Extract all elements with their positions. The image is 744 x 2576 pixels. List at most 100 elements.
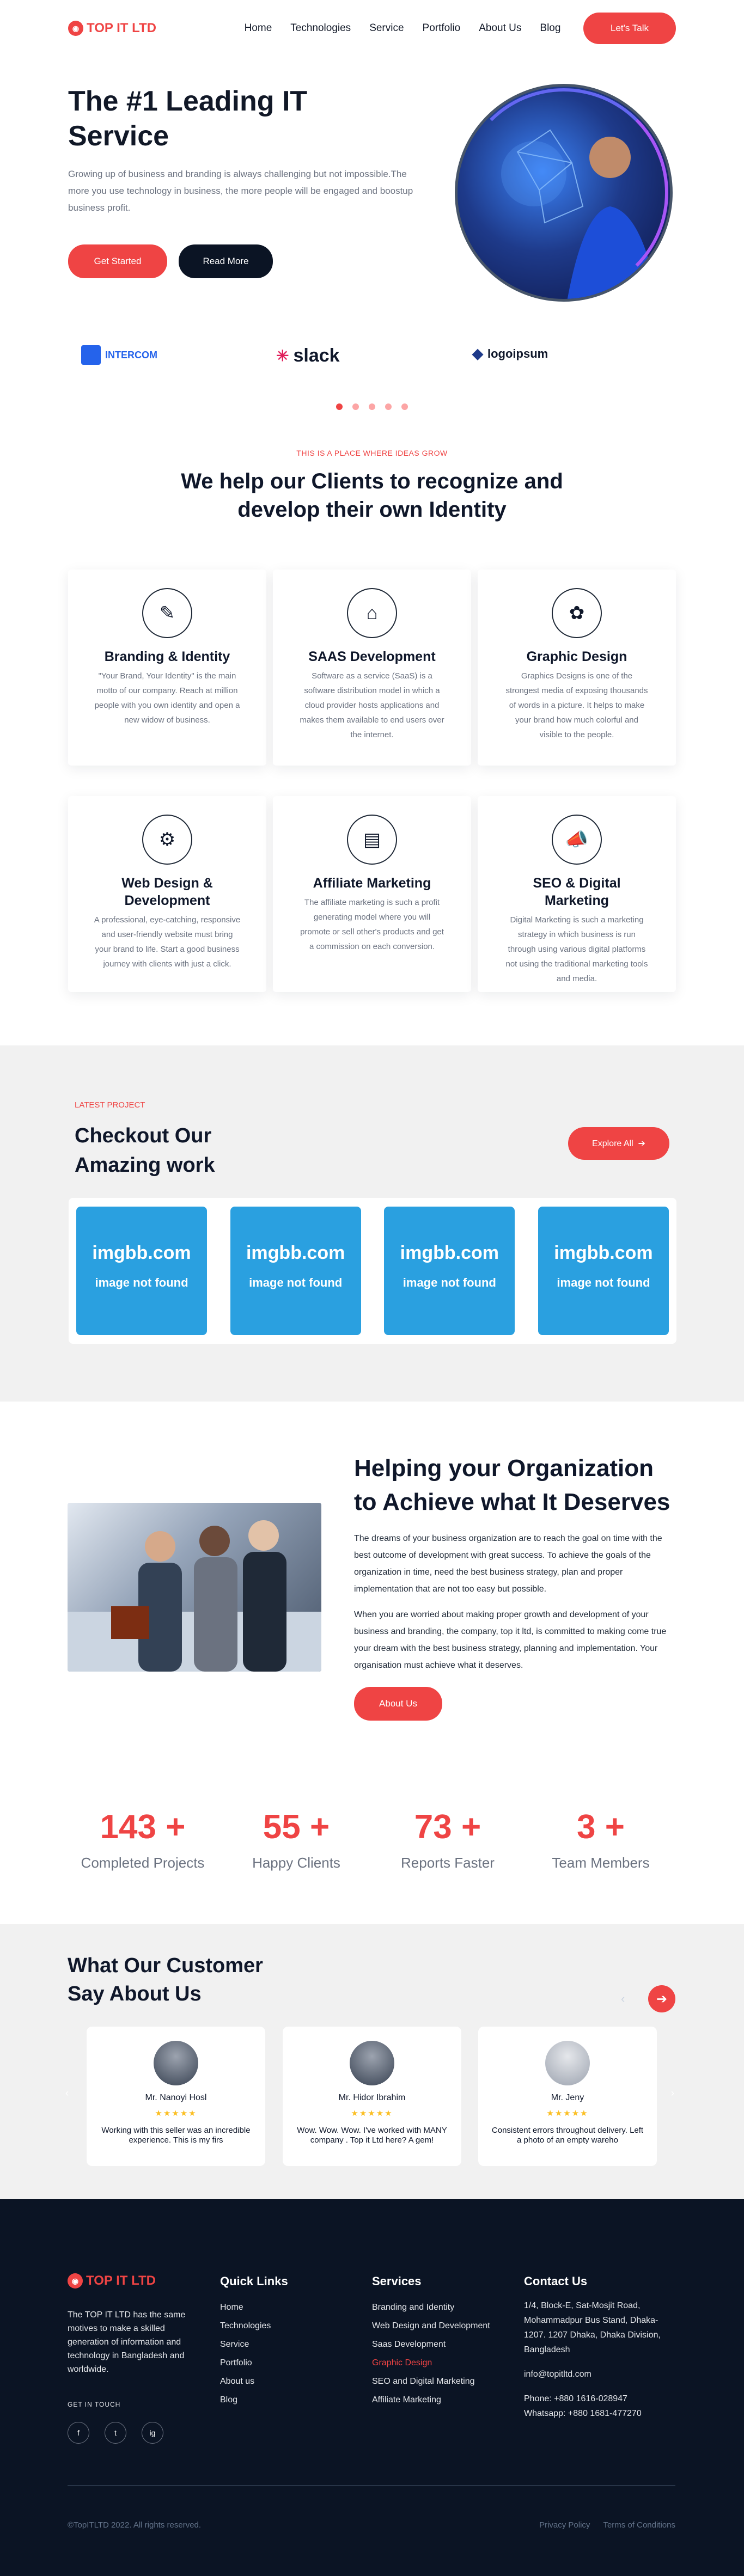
footer-services: Services Branding and Identity Web Desig… — [372, 2274, 490, 2409]
affiliate-icon: ▤ — [347, 815, 397, 865]
footer-link-technologies[interactable]: Technologies — [220, 2317, 288, 2335]
services-grid: ✎ Branding & Identity "Your Brand, Your … — [68, 570, 676, 992]
nav-technologies[interactable]: Technologies — [290, 22, 351, 34]
stat-label: Completed Projects — [81, 1855, 205, 1871]
footer-service-link[interactable]: Saas Development — [372, 2335, 490, 2354]
carousel-dot[interactable] — [385, 403, 392, 410]
service-text: Digital Marketing is such a marketing st… — [505, 915, 648, 983]
project-placeholder-text: image not found — [403, 1276, 496, 1289]
slider-right-icon[interactable]: › — [671, 2088, 674, 2099]
footer-link-blog[interactable]: Blog — [220, 2391, 288, 2409]
read-more-button[interactable]: Read More — [179, 244, 273, 278]
nav-service[interactable]: Service — [369, 22, 404, 34]
legal-links: Privacy Policy Terms of Conditions — [539, 2520, 675, 2530]
site-footer: ◉ TOP IT LTD The TOP IT LTD has the same… — [0, 2199, 744, 2576]
carousel-dot[interactable] — [369, 403, 375, 410]
service-card[interactable]: ⌂ SAAS Development Software as a service… — [273, 570, 471, 766]
footer-quick-links: Quick Links Home Technologies Service Po… — [220, 2274, 288, 2409]
project-card[interactable]: imgbb.com image not found — [230, 1207, 361, 1335]
top-navbar: ◉ TOP IT LTD Home Technologies Service P… — [68, 0, 676, 57]
hero-text: Growing up of business and branding is a… — [68, 169, 413, 213]
service-card[interactable]: ✎ Branding & Identity "Your Brand, Your … — [68, 570, 266, 766]
footer-service-link[interactable]: Web Design and Development — [372, 2317, 490, 2335]
footer-service-link[interactable]: SEO and Digital Marketing — [372, 2372, 490, 2391]
service-text: The affiliate marketing is such a profit… — [300, 898, 444, 951]
services-title: Services — [372, 2274, 422, 2288]
privacy-policy-link[interactable]: Privacy Policy — [539, 2520, 590, 2530]
project-placeholder-text: image not found — [557, 1276, 650, 1289]
lets-talk-button[interactable]: Let's Talk — [583, 13, 676, 44]
testimonial-name: Mr. Nanoyi Hosl — [145, 2093, 207, 2102]
project-placeholder-title: imgbb.com — [246, 1243, 345, 1263]
contact-phone[interactable]: Phone: +880 1616-028947 — [524, 2391, 676, 2406]
hero-title: The #1 Leading IT Service — [68, 85, 308, 152]
service-card[interactable]: 📣 SEO & Digital Marketing Digital Market… — [478, 796, 676, 992]
contact-whatsapp[interactable]: Whatsapp: +880 1681-477270 — [524, 2406, 676, 2421]
explore-all-label: Explore All — [592, 1139, 633, 1148]
intercom-icon — [81, 345, 101, 365]
footer-link-home[interactable]: Home — [220, 2298, 288, 2317]
stat-item: 55 + Happy Clients — [223, 1806, 370, 1871]
web-design-icon: ⚙ — [142, 815, 192, 865]
about-title: Helping your Organization to Achieve wha… — [354, 1455, 670, 1515]
terms-link[interactable]: Terms of Conditions — [603, 2520, 675, 2530]
stat-item: 143 + Completed Projects — [69, 1806, 216, 1871]
carousel-dot[interactable] — [336, 403, 343, 410]
project-card[interactable]: imgbb.com image not found — [538, 1207, 669, 1335]
avatar — [350, 2041, 394, 2085]
next-arrow-button[interactable]: ➔ — [648, 1985, 675, 2012]
brand-carousel-dots — [68, 403, 676, 410]
service-card[interactable]: ✿ Graphic Design Graphics Designs is one… — [478, 570, 676, 766]
footer-link-portfolio[interactable]: Portfolio — [220, 2354, 288, 2372]
stat-number: 143 + — [100, 1808, 186, 1846]
instagram-icon[interactable]: ig — [142, 2422, 163, 2444]
footer-link-service[interactable]: Service — [220, 2335, 288, 2354]
nav-portfolio[interactable]: Portfolio — [423, 22, 461, 34]
get-in-touch-label: GET IN TOUCH — [68, 2401, 121, 2408]
footer-link-about[interactable]: About us — [220, 2372, 288, 2391]
project-card[interactable]: imgbb.com image not found — [76, 1207, 207, 1335]
service-card[interactable]: ▤ Affiliate Marketing The affiliate mark… — [273, 796, 471, 992]
prev-arrow-icon[interactable]: ‹ — [621, 1992, 625, 2006]
team-photo-illustration — [68, 1520, 321, 1672]
brand-logoipsum: ◆ logoipsum — [472, 345, 548, 362]
footer-logo[interactable]: ◉ TOP IT LTD — [68, 2273, 156, 2289]
footer-service-link[interactable]: Affiliate Marketing — [372, 2391, 490, 2409]
footer-service-link[interactable]: Branding and Identity — [372, 2298, 490, 2317]
footer-service-link[interactable]: Graphic Design — [372, 2354, 490, 2372]
carousel-dot[interactable] — [352, 403, 359, 410]
testimonial-quote: Wow. Wow. Wow. I've worked with MANY com… — [297, 2126, 447, 2145]
service-text: Graphics Designs is one of the strongest… — [505, 671, 648, 739]
explore-all-button[interactable]: Explore All ➔ — [568, 1127, 669, 1160]
megaphone-icon: 📣 — [552, 815, 602, 865]
footer-about-text: The TOP IT LTD has the same motives to m… — [68, 2310, 186, 2374]
logo-text: TOP IT LTD — [87, 21, 157, 35]
brand-intercom: INTERCOM — [81, 345, 157, 365]
service-text: Software as a service (SaaS) is a softwa… — [300, 671, 444, 739]
project-placeholder-title: imgbb.com — [92, 1243, 191, 1263]
project-card[interactable]: imgbb.com image not found — [384, 1207, 515, 1335]
nav-blog[interactable]: Blog — [540, 22, 560, 34]
logoipsum-icon: ◆ — [472, 345, 483, 362]
nav-home[interactable]: Home — [245, 22, 272, 34]
testimonials-section: What Our Customer Say About Us ‹ ➔ ‹ › M… — [0, 1924, 744, 2199]
testimonial-quote: Consistent errors throughout delivery. L… — [491, 2126, 644, 2145]
stat-number: 3 + — [577, 1808, 625, 1846]
nav-about-us[interactable]: About Us — [479, 22, 521, 34]
project-placeholder-text: image not found — [95, 1276, 188, 1289]
stat-item: 73 + Reports Faster — [374, 1806, 521, 1871]
slider-left-icon[interactable]: ‹ — [65, 2088, 69, 2099]
site-logo[interactable]: ◉ TOP IT LTD — [68, 21, 156, 36]
twitter-icon[interactable]: t — [105, 2422, 126, 2444]
service-title: Web Design & Development — [121, 876, 213, 908]
get-started-button[interactable]: Get Started — [68, 244, 167, 278]
testimonials-title: What Our Customer Say About Us — [68, 1954, 263, 2005]
facebook-icon[interactable]: f — [68, 2422, 89, 2444]
about-paragraph-1: The dreams of your business organization… — [354, 1534, 662, 1594]
branding-icon: ✎ — [142, 588, 192, 638]
stat-label: Team Members — [552, 1855, 650, 1871]
service-card[interactable]: ⚙ Web Design & Development A professiona… — [68, 796, 266, 992]
contact-email[interactable]: info@topitltd.com — [524, 2367, 676, 2382]
about-us-button[interactable]: About Us — [354, 1687, 442, 1721]
carousel-dot[interactable] — [401, 403, 408, 410]
